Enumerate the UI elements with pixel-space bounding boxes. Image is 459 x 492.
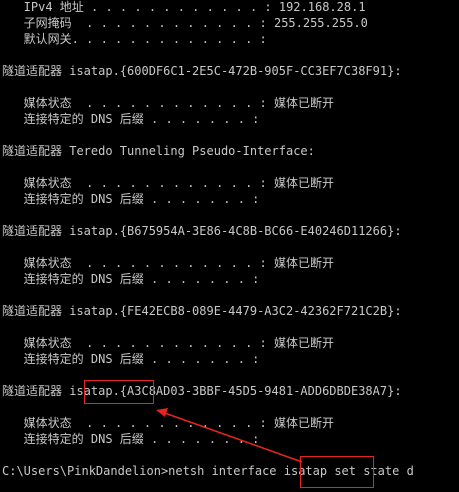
isatap-highlight-box (84, 380, 154, 404)
adapter-header: 隧道适配器 isatap.{B675954A-3E86-4C8B-BC66-E4… (2, 224, 402, 238)
console-line: 连接特定的 DNS 后缀 . . . . . . . : (2, 432, 260, 446)
console-line: 媒体状态 . . . . . . . . . . . . : 媒体已断开 (2, 96, 334, 110)
console-line: 媒体状态 . . . . . . . . . . . . : 媒体已断开 (2, 416, 334, 430)
console-line: 连接特定的 DNS 后缀 . . . . . . . : (2, 272, 260, 286)
isatap-command-highlight-box (300, 456, 374, 488)
adapter-header: 隧道适配器 isatap.{600DF6C1-2E5C-472B-905F-CC… (2, 64, 402, 78)
console-line: 子网掩码 . . . . . . . . . . . . : 255.255.2… (2, 16, 368, 30)
console-line: IPv4 地址 . . . . . . . . . . . . : 192.16… (2, 0, 366, 14)
adapter-header: 隧道适配器 Teredo Tunneling Pseudo-Interface: (2, 144, 315, 158)
console-line: 媒体状态 . . . . . . . . . . . . : 媒体已断开 (2, 176, 334, 190)
console-window[interactable]: IPv4 地址 . . . . . . . . . . . . : 192.16… (0, 0, 459, 492)
console-line: 媒体状态 . . . . . . . . . . . . : 媒体已断开 (2, 336, 334, 350)
console-line: 连接特定的 DNS 后缀 . . . . . . . : (2, 192, 260, 206)
console-line: 媒体状态 . . . . . . . . . . . . : 媒体已断开 (2, 256, 334, 270)
console-line: 连接特定的 DNS 后缀 . . . . . . . : (2, 352, 260, 366)
console-line: 默认网关. . . . . . . . . . . . . : (2, 32, 267, 46)
console-line: 连接特定的 DNS 后缀 . . . . . . . : (2, 112, 260, 126)
adapter-header: 隧道适配器 isatap.{FE42ECB8-089E-4479-A3C2-42… (2, 304, 402, 318)
adapter-header: 隧道适配器 isatap.{A3C8AD03-3BBF-45D5-9481-AD… (2, 384, 402, 398)
